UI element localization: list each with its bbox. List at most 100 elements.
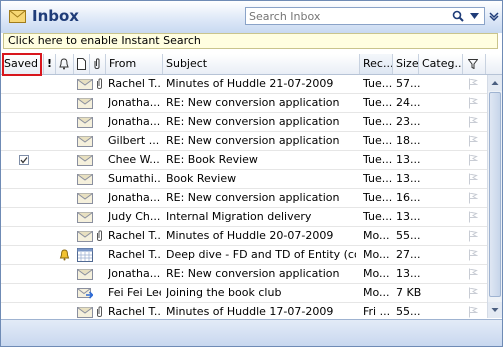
paperclip-icon (97, 230, 102, 241)
flag-icon[interactable] (468, 211, 478, 223)
message-size: 7 KB (396, 286, 422, 299)
message-received: Mo... (363, 286, 390, 299)
column-attachment[interactable] (90, 54, 106, 74)
flag-icon[interactable] (468, 287, 478, 299)
column-header: Saved ! From Subject Rec... Size Categ..… (1, 54, 502, 75)
message-received: Tue... (363, 153, 393, 166)
envelope-icon (77, 98, 93, 109)
scroll-down-button[interactable] (488, 302, 502, 318)
flag-icon[interactable] (468, 230, 478, 242)
message-row[interactable]: Rachel T... Minutes of Huddle 20-07-2009 M… (1, 227, 487, 246)
flag-icon[interactable] (468, 192, 478, 204)
message-from: Judy Ch... (108, 210, 161, 223)
paperclip-icon (94, 58, 100, 69)
message-subject: Deep dive - FD and TD of Entity (co... (166, 248, 356, 261)
message-received: Tue... (363, 96, 393, 109)
column-flag[interactable] (463, 54, 486, 74)
reminder-bell-icon (59, 249, 70, 261)
message-from: Jonatha... (108, 96, 161, 109)
message-row[interactable]: Rachel T... Minutes of Huddle 21-07-2009 T… (1, 75, 487, 94)
message-subject: Minutes of Huddle 20-07-2009 (166, 229, 334, 242)
envelope-icon (77, 117, 93, 128)
vertical-scrollbar[interactable] (487, 75, 502, 318)
envelope-icon (77, 155, 93, 166)
flag-icon[interactable] (468, 135, 478, 147)
envelope-icon (77, 231, 93, 242)
flag-icon[interactable] (468, 306, 478, 318)
column-saved[interactable]: Saved (1, 54, 44, 74)
bell-icon (59, 58, 69, 70)
chevron-down-icon[interactable] (470, 13, 479, 19)
scroll-down-arrow-icon (491, 308, 499, 312)
envelope-icon (77, 136, 93, 147)
message-subject: RE: New conversion application (166, 115, 340, 128)
message-row[interactable]: Rachel T... Minutes of Huddle 17-07-2009 F… (1, 303, 487, 318)
message-received: Fri ... (363, 305, 391, 318)
message-row[interactable]: Fei Fei Lee Joining the book club Mo... 7 K… (1, 284, 487, 303)
column-icon[interactable] (74, 54, 90, 74)
message-received: Tue... (363, 210, 393, 223)
search-icon[interactable] (452, 10, 464, 22)
message-from: Rachel T... (108, 229, 161, 242)
column-size[interactable]: Size (393, 54, 419, 74)
column-importance[interactable]: ! (44, 54, 56, 74)
envelope-icon (77, 174, 93, 185)
flag-icon[interactable] (468, 97, 478, 109)
flag-icon[interactable] (468, 78, 478, 90)
message-subject: Book Review (166, 172, 237, 185)
message-subject: RE: New conversion application (166, 134, 340, 147)
message-row[interactable]: Jonatha... RE: New conversion application… (1, 189, 487, 208)
search-box[interactable] (245, 7, 485, 25)
message-from: Gilbert ... (108, 134, 160, 147)
message-received: Mo... (363, 267, 390, 280)
flag-icon[interactable] (468, 116, 478, 128)
message-row[interactable]: Sumathi... Book Review Tue... 13... (1, 170, 487, 189)
envelope-icon (77, 79, 93, 90)
message-size: 13... (396, 153, 421, 166)
flag-icon[interactable] (468, 173, 478, 185)
message-from: Rachel T... (108, 305, 161, 318)
search-input[interactable] (246, 8, 449, 24)
message-row[interactable]: Judy Ch... Internal Migration delivery Tue… (1, 208, 487, 227)
column-from[interactable]: From (106, 54, 163, 74)
message-subject: Minutes of Huddle 17-07-2009 (166, 305, 334, 318)
message-received: Tue... (363, 172, 393, 185)
message-row[interactable]: Gilbert ... RE: New conversion applicatio… (1, 132, 487, 151)
envelope-icon (77, 307, 93, 318)
message-size: 55... (396, 229, 421, 242)
instant-search-bar[interactable]: Click here to enable Instant Search (3, 33, 498, 49)
message-from: Jonatha... (108, 267, 161, 280)
inbox-header: Inbox (1, 1, 502, 33)
saved-checkbox-icon[interactable] (19, 155, 29, 165)
message-subject: RE: New conversion application (166, 191, 340, 204)
message-row[interactable]: Jonatha... RE: New conversion application… (1, 94, 487, 113)
column-reminder[interactable] (56, 54, 74, 74)
flag-icon[interactable] (468, 154, 478, 166)
message-size: 13... (396, 267, 421, 280)
forwarded-envelope-icon (77, 288, 93, 299)
scroll-thumb[interactable] (489, 92, 501, 297)
document-icon (77, 58, 86, 70)
message-row[interactable]: Chee W... RE: Book Review Tue... 13... (1, 151, 487, 170)
message-list: Rachel T... Minutes of Huddle 21-07-2009 T… (1, 75, 487, 318)
message-subject: Joining the book club (166, 286, 282, 299)
column-subject[interactable]: Subject (163, 54, 360, 74)
message-row[interactable]: Rachel T... Deep dive - FD and TD of Enti… (1, 246, 487, 265)
message-from: Jonatha... (108, 191, 161, 204)
message-row[interactable]: Jonatha... RE: New conversion application… (1, 113, 487, 132)
expand-search-icon[interactable] (489, 11, 499, 21)
paperclip-icon (97, 78, 102, 89)
flag-icon[interactable] (468, 249, 478, 261)
scroll-up-button[interactable] (488, 75, 502, 91)
message-subject: Internal Migration delivery (166, 210, 312, 223)
message-from: Chee W... (108, 153, 160, 166)
scroll-up-arrow-icon (491, 81, 499, 85)
page-title: Inbox (32, 7, 79, 25)
flag-icon[interactable] (468, 268, 478, 280)
envelope-icon (77, 269, 93, 280)
column-received[interactable]: Rec... (360, 54, 393, 74)
message-row[interactable]: Jonatha... RE: New conversion application… (1, 265, 487, 284)
message-size: 55... (396, 305, 421, 318)
message-size: 18... (396, 134, 421, 147)
column-categories[interactable]: Categ... (419, 54, 463, 74)
